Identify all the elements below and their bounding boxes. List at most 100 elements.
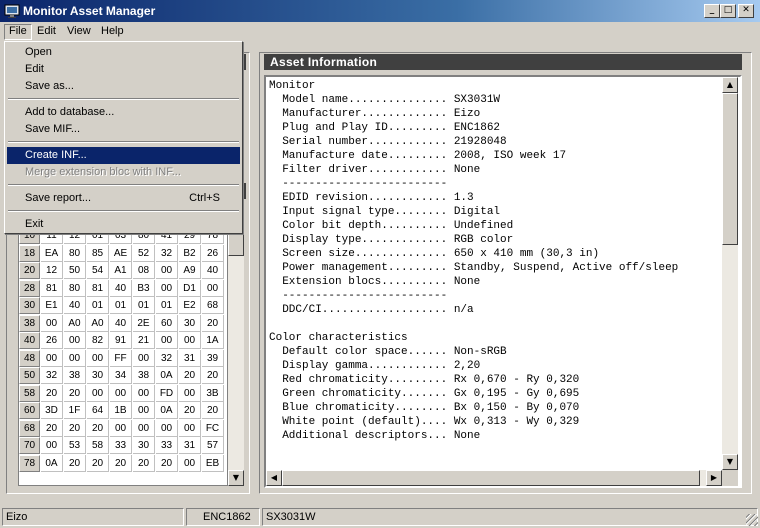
hex-cell[interactable]: 00 — [133, 349, 155, 367]
hex-cell[interactable]: 32 — [156, 244, 178, 262]
asset-scroll-up-button[interactable]: ▲ — [722, 77, 738, 93]
hex-cell[interactable]: 38 — [64, 367, 86, 384]
hex-cell[interactable]: 00 — [64, 332, 86, 349]
hex-cell[interactable]: 80 — [64, 244, 86, 262]
hex-cell[interactable]: 3D — [41, 402, 63, 419]
hex-cell[interactable]: D1 — [179, 279, 201, 297]
hex-cell[interactable]: 08 — [133, 262, 155, 279]
hex-cell[interactable]: 00 — [110, 419, 132, 437]
hex-cell[interactable]: 00 — [202, 279, 224, 297]
hex-cell[interactable]: FF — [110, 349, 132, 367]
hex-cell[interactable]: 58 — [87, 437, 109, 454]
hex-cell[interactable]: 81 — [41, 279, 63, 297]
hex-cell[interactable]: 30 — [179, 314, 201, 332]
hex-cell[interactable]: 26 — [202, 244, 224, 262]
hex-cell[interactable]: 20 — [41, 419, 63, 437]
hex-cell[interactable]: 53 — [64, 437, 86, 454]
hex-cell[interactable]: 01 — [87, 297, 109, 314]
hex-cell[interactable]: 50 — [64, 262, 86, 279]
hex-cell[interactable]: 20 — [110, 454, 132, 472]
hex-cell[interactable]: 54 — [87, 262, 109, 279]
hex-cell[interactable]: 60 — [156, 314, 178, 332]
hex-cell[interactable]: 30 — [87, 367, 109, 384]
hex-cell[interactable]: 01 — [110, 297, 132, 314]
hex-cell[interactable]: 40 — [202, 262, 224, 279]
hex-cell[interactable]: 39 — [202, 349, 224, 367]
hex-cell[interactable]: 00 — [156, 279, 178, 297]
menu-exit[interactable]: Exit — [7, 216, 240, 233]
hex-cell[interactable]: 32 — [41, 367, 63, 384]
menu-save-as[interactable]: Save as... — [7, 78, 240, 95]
hex-cell[interactable]: 20 — [87, 419, 109, 437]
hex-cell[interactable]: 00 — [179, 419, 201, 437]
hex-cell[interactable]: 91 — [110, 332, 132, 349]
maximize-button[interactable]: □ — [720, 4, 736, 18]
hex-cell[interactable]: 0A — [156, 402, 178, 419]
hex-cell[interactable]: 00 — [110, 384, 132, 402]
hex-cell[interactable]: 80 — [64, 279, 86, 297]
hex-cell[interactable]: 1B — [110, 402, 132, 419]
hex-cell[interactable]: 31 — [179, 437, 201, 454]
minimize-button[interactable]: _ — [704, 4, 720, 18]
hex-cell[interactable]: 40 — [64, 297, 86, 314]
asset-scroll-left-button[interactable]: ◀ — [266, 470, 282, 486]
hex-cell[interactable]: 20 — [87, 454, 109, 472]
hex-cell[interactable]: 00 — [87, 349, 109, 367]
hex-cell[interactable]: 1A — [202, 332, 224, 349]
hex-cell[interactable]: 26 — [41, 332, 63, 349]
hex-cell[interactable]: E2 — [179, 297, 201, 314]
hex-cell[interactable]: E1 — [41, 297, 63, 314]
menu-view[interactable]: View — [62, 24, 96, 40]
title-bar[interactable]: Monitor Asset Manager _ □ ✕ — [0, 0, 760, 22]
hex-cell[interactable]: 00 — [41, 437, 63, 454]
hex-cell[interactable]: 01 — [156, 297, 178, 314]
hex-scroll-down-button[interactable]: ▼ — [228, 470, 244, 486]
hex-cell[interactable]: 82 — [87, 332, 109, 349]
resize-grip[interactable] — [746, 514, 758, 526]
hex-cell[interactable]: 40 — [110, 314, 132, 332]
hex-cell[interactable]: 20 — [179, 402, 201, 419]
close-button[interactable]: ✕ — [738, 4, 754, 18]
hex-cell[interactable]: B2 — [179, 244, 201, 262]
hex-cell[interactable]: 00 — [179, 384, 201, 402]
hex-cell[interactable]: 20 — [202, 367, 224, 384]
hex-cell[interactable]: 20 — [156, 454, 178, 472]
hex-cell[interactable]: 01 — [133, 297, 155, 314]
hex-cell[interactable]: 33 — [110, 437, 132, 454]
hex-cell[interactable]: 85 — [87, 244, 109, 262]
hex-cell[interactable]: 32 — [156, 349, 178, 367]
hex-cell[interactable]: 21 — [133, 332, 155, 349]
hex-cell[interactable]: 31 — [179, 349, 201, 367]
menu-save-report[interactable]: Save report... Ctrl+S — [7, 190, 240, 207]
hex-cell[interactable]: 68 — [202, 297, 224, 314]
hex-cell[interactable]: 3B — [202, 384, 224, 402]
menu-file[interactable]: File — [4, 24, 32, 40]
hex-cell[interactable]: 57 — [202, 437, 224, 454]
asset-hscrollbar-thumb[interactable] — [282, 470, 700, 486]
hex-cell[interactable]: A0 — [64, 314, 86, 332]
hex-cell[interactable]: 64 — [87, 402, 109, 419]
hex-cell[interactable]: FC — [202, 419, 224, 437]
hex-cell[interactable]: 20 — [64, 384, 86, 402]
hex-cell[interactable]: 00 — [87, 384, 109, 402]
hex-cell[interactable]: 0A — [156, 367, 178, 384]
hex-cell[interactable]: A0 — [87, 314, 109, 332]
hex-cell[interactable]: 40 — [110, 279, 132, 297]
asset-scroll-down-button[interactable]: ▼ — [722, 454, 738, 470]
hex-cell[interactable]: 00 — [179, 454, 201, 472]
hex-cell[interactable]: 38 — [133, 367, 155, 384]
hex-scrollbar[interactable]: ▼ — [228, 226, 244, 486]
asset-hscrollbar[interactable]: ◀ ▶ — [266, 470, 722, 486]
hex-cell[interactable]: EB — [202, 454, 224, 472]
hex-cell[interactable]: 52 — [133, 244, 155, 262]
hex-cell[interactable]: 00 — [41, 349, 63, 367]
hex-cell[interactable]: 34 — [110, 367, 132, 384]
hex-cell[interactable]: B3 — [133, 279, 155, 297]
hex-cell[interactable]: 00 — [64, 349, 86, 367]
asset-info-text[interactable]: Monitor Model name............... SX3031… — [264, 75, 742, 488]
hex-cell[interactable]: 20 — [202, 402, 224, 419]
hex-cell[interactable]: 00 — [156, 332, 178, 349]
hex-cell[interactable]: 20 — [41, 384, 63, 402]
hex-cell[interactable]: 00 — [41, 314, 63, 332]
hex-cell[interactable]: 00 — [133, 402, 155, 419]
